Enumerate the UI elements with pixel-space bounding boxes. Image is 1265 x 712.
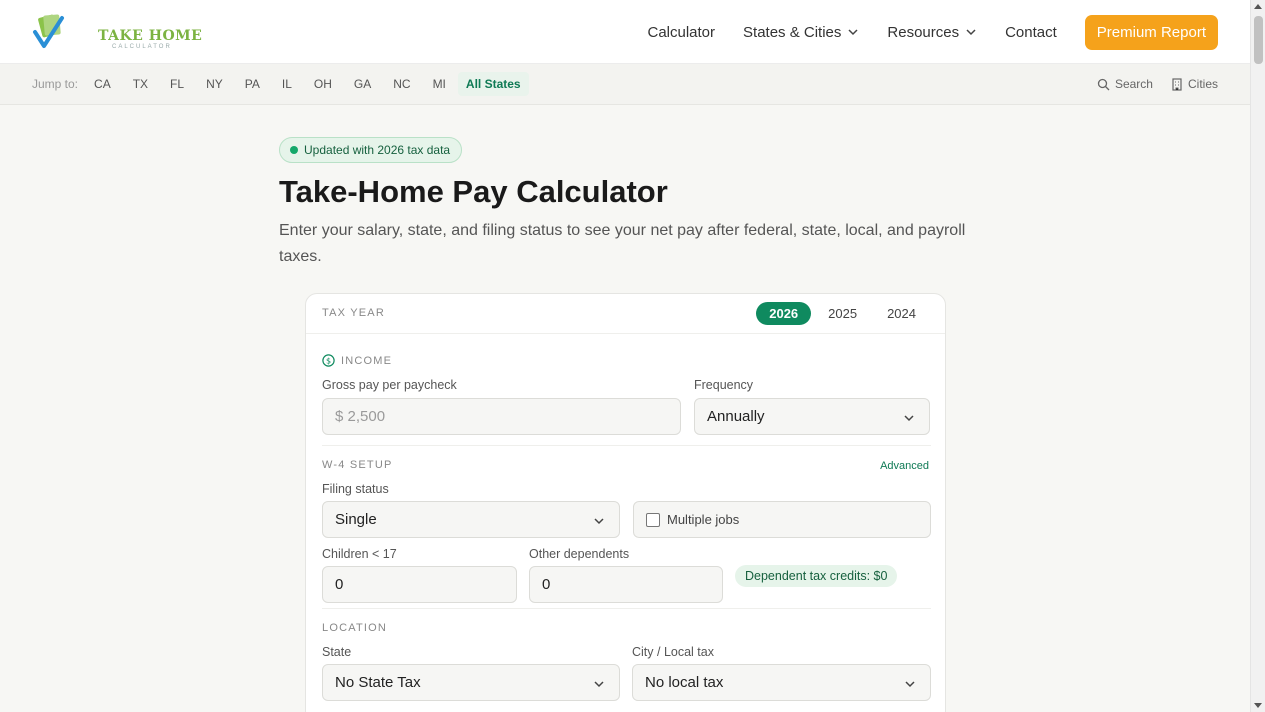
- multiple-jobs-label: Multiple jobs: [667, 512, 740, 527]
- jump-state-link[interactable]: CA: [84, 77, 121, 91]
- other-dependents-input[interactable]: 0: [529, 566, 723, 603]
- jump-state-link[interactable]: IL: [272, 77, 302, 91]
- city-local-value: No local tax: [645, 674, 724, 691]
- chevron-down-icon: [594, 518, 604, 525]
- frequency-value: Annually: [707, 408, 765, 425]
- nav-contact-label: Contact: [1005, 23, 1057, 41]
- chevron-down-icon: [905, 681, 915, 688]
- page-subtitle: Enter your salary, state, and filing sta…: [279, 222, 966, 265]
- nav-contact[interactable]: Contact: [1005, 24, 1057, 41]
- nav-states-cities-label: States & Cities: [743, 23, 842, 41]
- chevron-down-icon: [594, 681, 604, 688]
- advanced-link[interactable]: Advanced: [880, 460, 929, 472]
- chevron-down-icon: [904, 415, 914, 422]
- jump-state-link[interactable]: NY: [196, 77, 233, 91]
- tax-year-row: TAX YEAR 2026 2025 2024: [306, 294, 945, 334]
- filing-status-select[interactable]: Single: [322, 501, 620, 538]
- jump-bar: Jump to: CA TX FL NY PA IL OH GA NC MI A…: [0, 64, 1250, 105]
- jump-bar-tools: Search Cities: [1079, 64, 1218, 104]
- dependent-credits-badge: Dependent tax credits: $0: [735, 565, 898, 587]
- tab-year-2024[interactable]: 2024: [874, 302, 929, 325]
- multiple-jobs-checkbox[interactable]: Multiple jobs: [633, 501, 931, 538]
- svg-text:$: $: [326, 357, 331, 366]
- city-local-label: City / Local tax: [632, 645, 714, 659]
- main-nav: Calculator States & Cities Resources Con…: [619, 0, 1218, 64]
- checkbox-icon[interactable]: [646, 512, 660, 527]
- nav-calculator-label: Calculator: [647, 23, 716, 41]
- building-icon: [1172, 77, 1182, 91]
- jump-state-link[interactable]: MI: [423, 77, 456, 91]
- jump-state-link[interactable]: TX: [123, 77, 158, 91]
- calculator-card: TAX YEAR 2026 2025 2024 $ INCOME Gross p…: [305, 293, 946, 712]
- tab-year-2025[interactable]: 2025: [815, 302, 870, 325]
- gross-pay-input[interactable]: $ 2,500: [322, 398, 681, 435]
- divider: [322, 608, 931, 609]
- search-label: Search: [1114, 77, 1153, 91]
- nav-calculator[interactable]: Calculator: [647, 24, 715, 41]
- scroll-thumb[interactable]: [1254, 16, 1263, 64]
- location-section-label: LOCATION: [322, 622, 388, 634]
- nav-states-cities[interactable]: States & Cities: [743, 24, 859, 41]
- nav-resources-label: Resources: [887, 23, 960, 41]
- other-dependents-label: Other dependents: [529, 547, 630, 561]
- income-section-label: INCOME: [341, 355, 393, 367]
- state-value: No State Tax: [335, 674, 421, 691]
- jump-state-link[interactable]: NC: [383, 77, 420, 91]
- city-local-select[interactable]: No local tax: [632, 664, 931, 701]
- children-input[interactable]: 0: [322, 566, 517, 603]
- w4-section-label: W-4 SETUP: [322, 459, 393, 471]
- jump-state-link[interactable]: FL: [160, 77, 194, 91]
- brand-name: TAKE HOME: [98, 28, 203, 44]
- jump-state-link[interactable]: OH: [304, 77, 342, 91]
- page-title: Take-Home Pay Calculator: [279, 174, 668, 209]
- jump-all-states-link[interactable]: All States: [457, 72, 529, 96]
- tax-year-label: TAX YEAR: [322, 307, 385, 319]
- chevron-down-icon: [966, 29, 976, 36]
- jump-state-link[interactable]: GA: [344, 77, 381, 91]
- cities-link[interactable]: Cities: [1171, 77, 1218, 91]
- divider: [322, 445, 931, 446]
- frequency-label: Frequency: [694, 378, 754, 392]
- logo-check-icon: [33, 14, 64, 48]
- cities-label: Cities: [1187, 77, 1218, 91]
- state-label: State: [322, 645, 352, 659]
- scroll-up-icon[interactable]: [1254, 4, 1262, 9]
- year-tabs: 2026 2025 2024: [752, 302, 929, 325]
- scroll-down-icon[interactable]: [1254, 703, 1262, 708]
- children-label: Children < 17: [322, 547, 397, 561]
- updated-badge: Updated with 2026 tax data: [279, 137, 463, 163]
- chevron-down-icon: [848, 29, 858, 36]
- site-header: TAKE HOME CALCULATOR Calculator States &…: [0, 0, 1250, 64]
- search-link[interactable]: Search: [1097, 77, 1153, 91]
- premium-report-button[interactable]: Premium Report: [1084, 14, 1218, 50]
- status-dot-icon: [290, 146, 298, 154]
- filing-status-value: Single: [335, 511, 377, 528]
- page-scrollbar[interactable]: [1250, 0, 1265, 712]
- search-icon: [1097, 78, 1110, 90]
- jump-state-link[interactable]: PA: [235, 77, 270, 91]
- filing-status-label: Filing status: [322, 482, 389, 496]
- nav-resources[interactable]: Resources: [887, 24, 977, 41]
- brand-subtitle: CALCULATOR: [112, 44, 172, 50]
- dollar-circle-icon: $: [322, 354, 335, 367]
- frequency-select[interactable]: Annually: [694, 398, 930, 435]
- jump-label: Jump to:: [32, 77, 79, 91]
- logo[interactable]: TAKE HOME CALCULATOR: [32, 12, 202, 52]
- updated-badge-text: Updated with 2026 tax data: [304, 143, 451, 157]
- tab-year-2026[interactable]: 2026: [756, 302, 812, 325]
- state-select[interactable]: No State Tax: [322, 664, 620, 701]
- gross-pay-label: Gross pay per paycheck: [322, 378, 457, 392]
